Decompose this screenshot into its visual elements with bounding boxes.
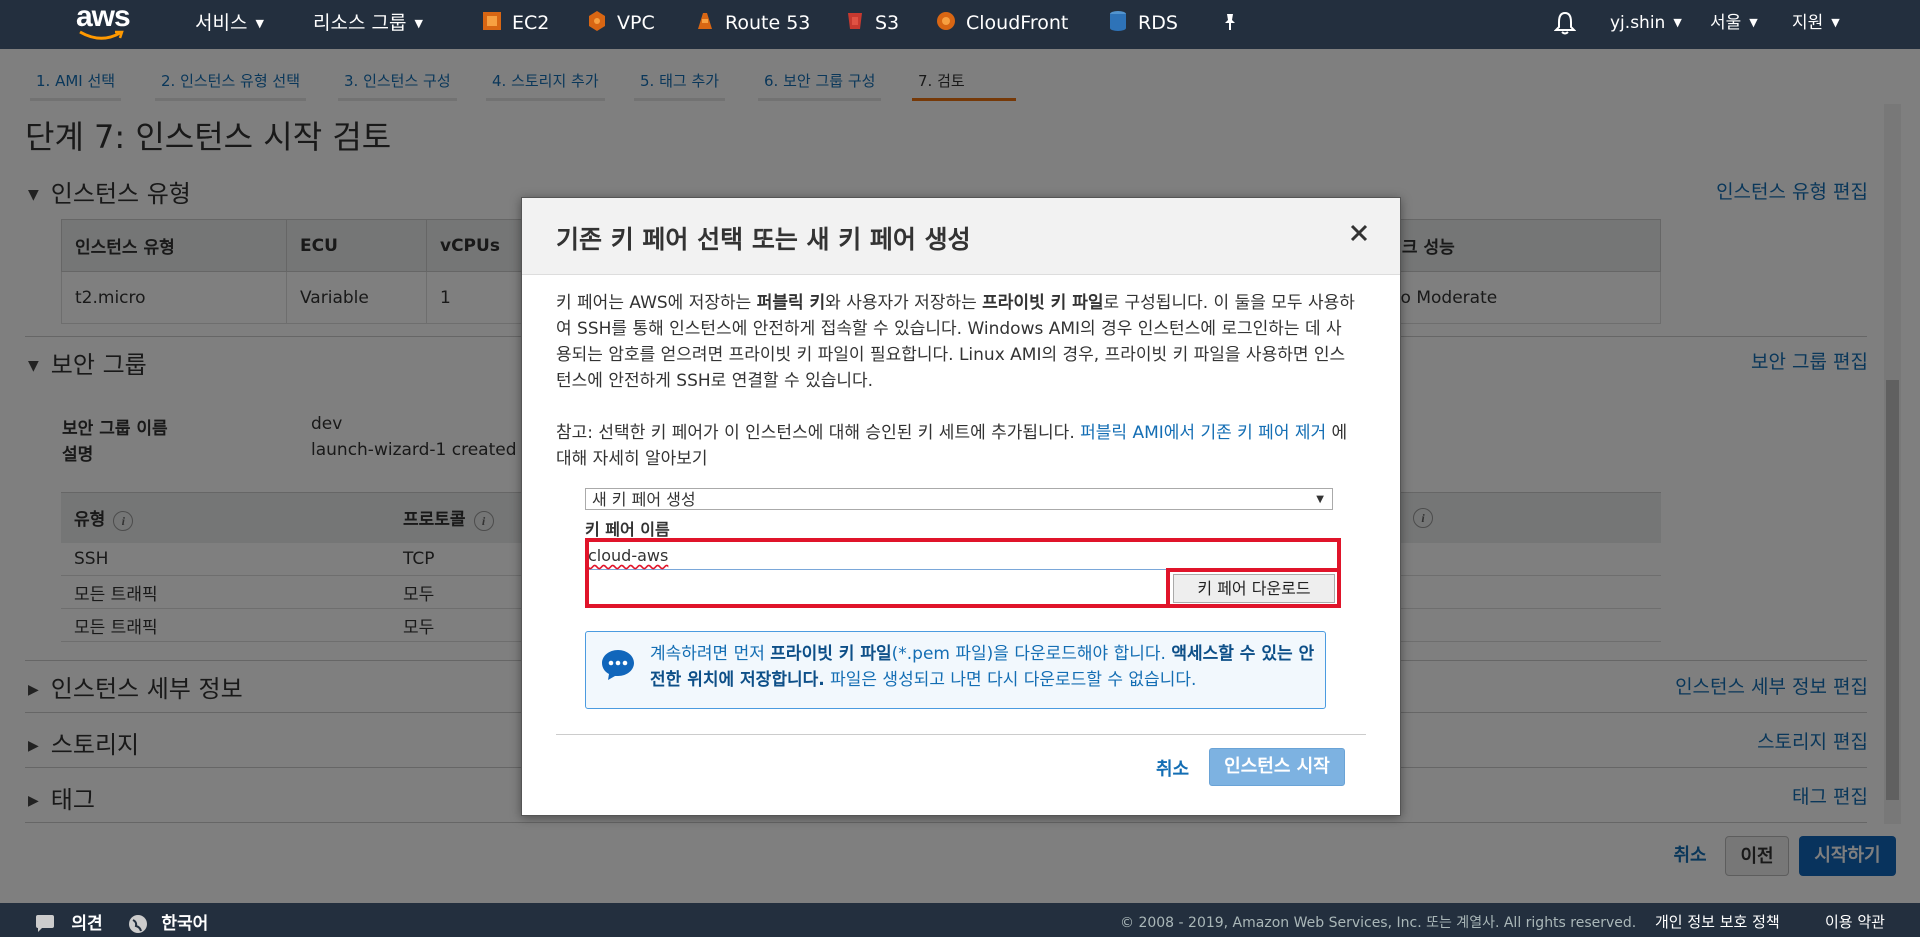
chevron-down-icon: ▼ — [1673, 16, 1682, 29]
pin-icon — [1225, 13, 1235, 30]
user-menu[interactable]: yj.shin ▼ — [1610, 0, 1682, 49]
key-pair-dialog: 기존 키 페어 선택 또는 새 키 페어 생성 키 페어는 AWS에 저장하는 … — [521, 197, 1401, 816]
terms-link[interactable]: 이용 약관 — [1825, 911, 1885, 932]
support-label: 지원 — [1792, 13, 1824, 33]
language-selector[interactable]: 한국어 — [128, 909, 208, 934]
key-pair-name-label: 키 페어 이름 — [585, 520, 670, 539]
chat-info-icon — [602, 650, 634, 680]
pin-shortcuts-button[interactable] — [1222, 0, 1238, 49]
remove-key-pair-link[interactable]: 퍼블릭 AMI에서 기존 키 페어 제거 — [1080, 423, 1326, 443]
services-label: 서비스 — [195, 12, 248, 34]
rds-icon — [1110, 10, 1126, 31]
aws-logo[interactable]: aws — [72, 0, 132, 44]
shortcut-s3[interactable]: S3 — [845, 0, 899, 49]
dialog-cancel-button[interactable]: 취소 — [1156, 755, 1189, 781]
dialog-title: 기존 키 페어 선택 또는 새 키 페어 생성 — [556, 225, 971, 254]
cloudfront-icon — [937, 11, 955, 30]
dialog-footer-divider — [556, 734, 1366, 735]
key-pair-note: 참고: 선택한 키 페어가 이 인스턴스에 대해 승인된 키 세트에 추가됩니다… — [556, 423, 1348, 469]
dropdown-arrow-icon: ▼ — [1316, 494, 1324, 505]
chevron-down-icon: ▼ — [414, 17, 423, 30]
top-navigation-bar: aws 서비스 ▼ 리소스 그룹 ▼ EC2 VPC Route 53 S3 Clo… — [0, 0, 1920, 49]
services-menu[interactable]: 서비스 ▼ — [195, 0, 264, 49]
bell-icon — [1553, 11, 1577, 35]
key-pair-option-select[interactable]: 새 키 페어 생성 ▼ — [585, 488, 1333, 510]
launch-instances-button[interactable]: 인스턴스 시작 — [1209, 748, 1345, 786]
user-name: yj.shin — [1610, 13, 1666, 33]
dialog-description: 키 페어는 AWS에 저장하는 퍼블릭 키와 사용자가 저장하는 프라이빗 키 … — [556, 290, 1356, 472]
resource-groups-label: 리소스 그룹 — [313, 12, 407, 34]
privacy-link[interactable]: 개인 정보 보호 정책 — [1655, 911, 1780, 932]
shortcut-ec2[interactable]: EC2 — [482, 0, 549, 49]
footer: 의견 한국어 © 2008 - 2019, Amazon Web Service… — [0, 903, 1920, 937]
download-warning-alert: 계속하려면 먼저 프라이빗 키 파일(*.pem 파일)을 다운로드해야 합니다… — [585, 631, 1326, 709]
globe-icon — [129, 915, 147, 933]
chevron-down-icon: ▼ — [1749, 16, 1758, 29]
key-pair-explanation: 키 페어는 AWS에 저장하는 퍼블릭 키와 사용자가 저장하는 프라이빗 키 … — [556, 293, 1355, 391]
region-menu[interactable]: 서울 ▼ — [1710, 0, 1758, 49]
speech-bubble-icon — [36, 915, 54, 932]
region-label: 서울 — [1710, 13, 1742, 33]
support-menu[interactable]: 지원 ▼ — [1792, 0, 1840, 49]
key-pair-name-input[interactable]: cloud-aws — [585, 541, 1339, 570]
download-key-pair-button[interactable]: 키 페어 다운로드 — [1173, 574, 1335, 603]
alert-message: 계속하려면 먼저 프라이빗 키 파일(*.pem 파일)을 다운로드해야 합니다… — [650, 644, 1315, 690]
ec2-icon — [483, 11, 501, 30]
shortcut-rds[interactable]: RDS — [1108, 0, 1178, 49]
s3-icon — [848, 12, 862, 29]
chevron-down-icon: ▼ — [1831, 16, 1840, 29]
route53-icon — [698, 12, 712, 29]
aws-logo-text: aws — [76, 0, 131, 33]
resource-groups-menu[interactable]: 리소스 그룹 ▼ — [313, 0, 423, 49]
notifications-button[interactable] — [1553, 10, 1577, 41]
chevron-down-icon: ▼ — [255, 17, 264, 30]
shortcut-vpc[interactable]: VPC — [587, 0, 655, 49]
aws-smile-icon — [79, 30, 124, 40]
vpc-icon — [589, 10, 605, 31]
feedback-link[interactable]: 의견 — [34, 909, 103, 934]
copyright-text: © 2008 - 2019, Amazon Web Services, Inc.… — [1120, 915, 1637, 931]
close-icon[interactable] — [1348, 222, 1370, 244]
dialog-header: 기존 키 페어 선택 또는 새 키 페어 생성 — [522, 198, 1400, 275]
shortcut-cloudfront[interactable]: CloudFront — [936, 0, 1068, 49]
shortcut-route53[interactable]: Route 53 — [695, 0, 810, 49]
